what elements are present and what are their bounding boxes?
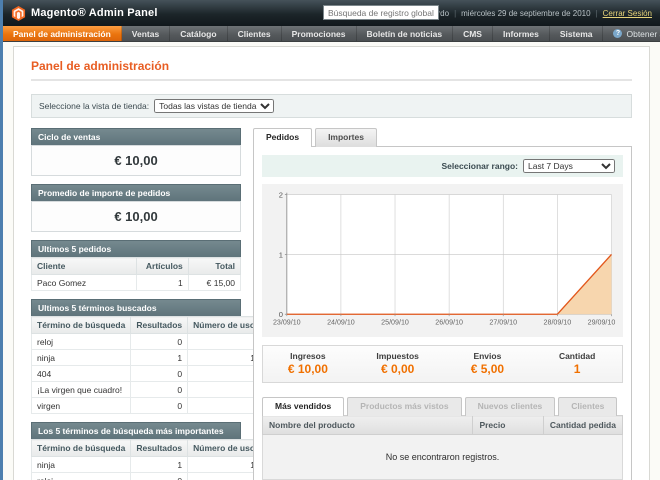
- tab-importes[interactable]: Importes: [315, 128, 377, 147]
- svg-text:26/09/10: 26/09/10: [435, 319, 463, 327]
- col-product-name: Nombre del producto: [263, 416, 473, 435]
- svg-text:2: 2: [279, 190, 283, 199]
- magento-logo-icon: [11, 6, 26, 21]
- logout-link[interactable]: Cerrar Sesión: [603, 9, 652, 18]
- col-term: Término de búsqueda: [32, 440, 131, 457]
- top-header: Magento® Admin Panel Accedió como apardo…: [3, 0, 660, 26]
- svg-text:29/09/10: 29/09/10: [588, 319, 616, 327]
- stat-impuestos: Impuestos € 0,00: [353, 351, 443, 376]
- last-search-title: Ultimos 5 términos buscados: [31, 299, 241, 316]
- magento-logo: Magento® Admin Panel: [11, 6, 158, 21]
- help-icon: ?: [613, 29, 622, 38]
- orders-amounts-tabs: Pedidos Importes: [253, 128, 632, 146]
- last-search-widget: Ultimos 5 términos buscados Término de b…: [31, 299, 241, 414]
- nav-item-promociones[interactable]: Promociones: [282, 26, 357, 41]
- page-title: Panel de administración: [31, 59, 632, 73]
- last-orders-widget: Ultimos 5 pedidos Cliente Artículos Tota…: [31, 240, 241, 291]
- title-divider: [31, 79, 632, 81]
- bestsellers-grid: Nombre del producto Precio Cantidad pedi…: [262, 415, 623, 480]
- table-row[interactable]: reloj02: [32, 473, 266, 480]
- svg-text:27/09/10: 27/09/10: [489, 319, 517, 327]
- tab-pedidos[interactable]: Pedidos: [253, 128, 312, 147]
- main-nav: Panel de administración Ventas Catálogo …: [3, 26, 660, 42]
- last-orders-title: Ultimos 5 pedidos: [31, 240, 241, 257]
- dashboard-main: Pedidos Importes Seleccionar rango: Last…: [253, 128, 632, 480]
- content-container: Panel de administración Seleccione la vi…: [13, 46, 650, 480]
- nav-item-informes[interactable]: Informes: [493, 26, 550, 41]
- col-term: Término de búsqueda: [32, 317, 131, 334]
- top-search-title: Los 5 términos de búsqueda más important…: [31, 422, 241, 439]
- sidebar-widgets: Ciclo de ventas € 10,00 Promedio de impo…: [31, 128, 241, 480]
- orders-chart: 0 1 2 23/09/10 24/09/10 25/09/10 26/09/10 27/09…: [264, 187, 621, 337]
- nav-item-catalogo[interactable]: Catálogo: [170, 26, 227, 41]
- top-search-widget: Los 5 términos de búsqueda más important…: [31, 422, 241, 480]
- current-date: miércoles 29 de septiembre de 2010: [461, 9, 590, 18]
- order-items: 1: [136, 275, 188, 291]
- svg-text:25/09/10: 25/09/10: [381, 319, 409, 327]
- average-orders-widget: Promedio de importe de pedidos € 10,00: [31, 184, 241, 232]
- order-customer: Paco Gomez: [32, 275, 137, 291]
- col-qty-ordered: Cantidad pedida: [543, 416, 622, 435]
- tab-nuevos-clientes[interactable]: Nuevos clientes: [465, 397, 556, 416]
- nav-item-cms[interactable]: CMS: [453, 26, 493, 41]
- svg-text:0: 0: [279, 310, 283, 319]
- totals-bar: Ingresos € 10,00 Impuestos € 0,00 Envios…: [262, 345, 623, 383]
- col-articulos: Artículos: [136, 258, 188, 275]
- global-search-input[interactable]: [323, 5, 439, 20]
- stat-cantidad: Cantidad 1: [532, 351, 622, 376]
- dashboard-panel: Seleccionar rango: Last 7 Days 0 1 2 23/09/…: [253, 146, 632, 480]
- col-results: Resultados: [131, 440, 188, 457]
- header-separator: |: [454, 9, 456, 18]
- svg-text:28/09/10: 28/09/10: [544, 319, 572, 327]
- order-total: € 15,00: [188, 275, 240, 291]
- store-view-select[interactable]: Todas las vistas de tienda: [154, 99, 274, 113]
- range-bar: Seleccionar rango: Last 7 Days: [262, 155, 623, 177]
- table-row[interactable]: ¡La virgen que cuadro!02: [32, 382, 266, 398]
- average-orders-value: € 10,00: [31, 201, 241, 232]
- nav-item-boletin[interactable]: Boletín de noticias: [357, 26, 454, 41]
- svg-text:1: 1: [279, 250, 283, 259]
- orders-chart-box: 0 1 2 23/09/10 24/09/10 25/09/10 26/09/10 27/09…: [262, 184, 623, 337]
- col-total: Total: [188, 258, 240, 275]
- svg-text:24/09/10: 24/09/10: [327, 319, 355, 327]
- table-row[interactable]: virgen01: [32, 398, 266, 414]
- nav-item-ventas[interactable]: Ventas: [122, 26, 170, 41]
- tab-mas-vendidos[interactable]: Más vendidos: [262, 397, 344, 416]
- table-row[interactable]: ninja110: [32, 350, 266, 366]
- get-help-link[interactable]: ? Obtener ayuda para esta página: [603, 26, 660, 41]
- col-results: Resultados: [131, 317, 188, 334]
- table-row[interactable]: Paco Gomez 1 € 15,00: [32, 275, 241, 291]
- col-price: Precio: [473, 416, 543, 435]
- average-orders-title: Promedio de importe de pedidos: [31, 184, 241, 201]
- svg-text:23/09/10: 23/09/10: [273, 319, 301, 327]
- header-separator: |: [596, 9, 598, 18]
- empty-records-message: No se encontraron registros.: [263, 435, 623, 480]
- table-row[interactable]: reloj02: [32, 334, 266, 350]
- tab-productos-mas-vistos[interactable]: Productos más vistos: [347, 397, 461, 416]
- lifetime-sales-value: € 10,00: [31, 145, 241, 176]
- tab-clientes[interactable]: Clientes: [558, 397, 617, 416]
- nav-item-clientes[interactable]: Clientes: [228, 26, 282, 41]
- lifetime-sales-title: Ciclo de ventas: [31, 128, 241, 145]
- products-tabs: Más vendidos Productos más vistos Nuevos…: [262, 397, 623, 415]
- table-row[interactable]: 40401: [32, 366, 266, 382]
- range-label: Seleccionar rango:: [441, 161, 518, 171]
- stat-ingresos: Ingresos € 10,00: [263, 351, 353, 376]
- store-switcher-label: Seleccione la vista de tienda:: [39, 101, 149, 111]
- table-row[interactable]: ninja110: [32, 457, 266, 473]
- app-title: Magento® Admin Panel: [31, 7, 158, 19]
- store-switcher: Seleccione la vista de tienda: Todas las…: [31, 94, 632, 118]
- help-label: Obtener ayuda para esta página: [626, 29, 660, 39]
- col-cliente: Cliente: [32, 258, 137, 275]
- nav-item-sistema[interactable]: Sistema: [550, 26, 604, 41]
- stat-envios: Envios € 5,00: [443, 351, 533, 376]
- range-select[interactable]: Last 7 Days: [523, 159, 615, 173]
- nav-item-dashboard[interactable]: Panel de administración: [3, 26, 122, 41]
- lifetime-sales-widget: Ciclo de ventas € 10,00: [31, 128, 241, 176]
